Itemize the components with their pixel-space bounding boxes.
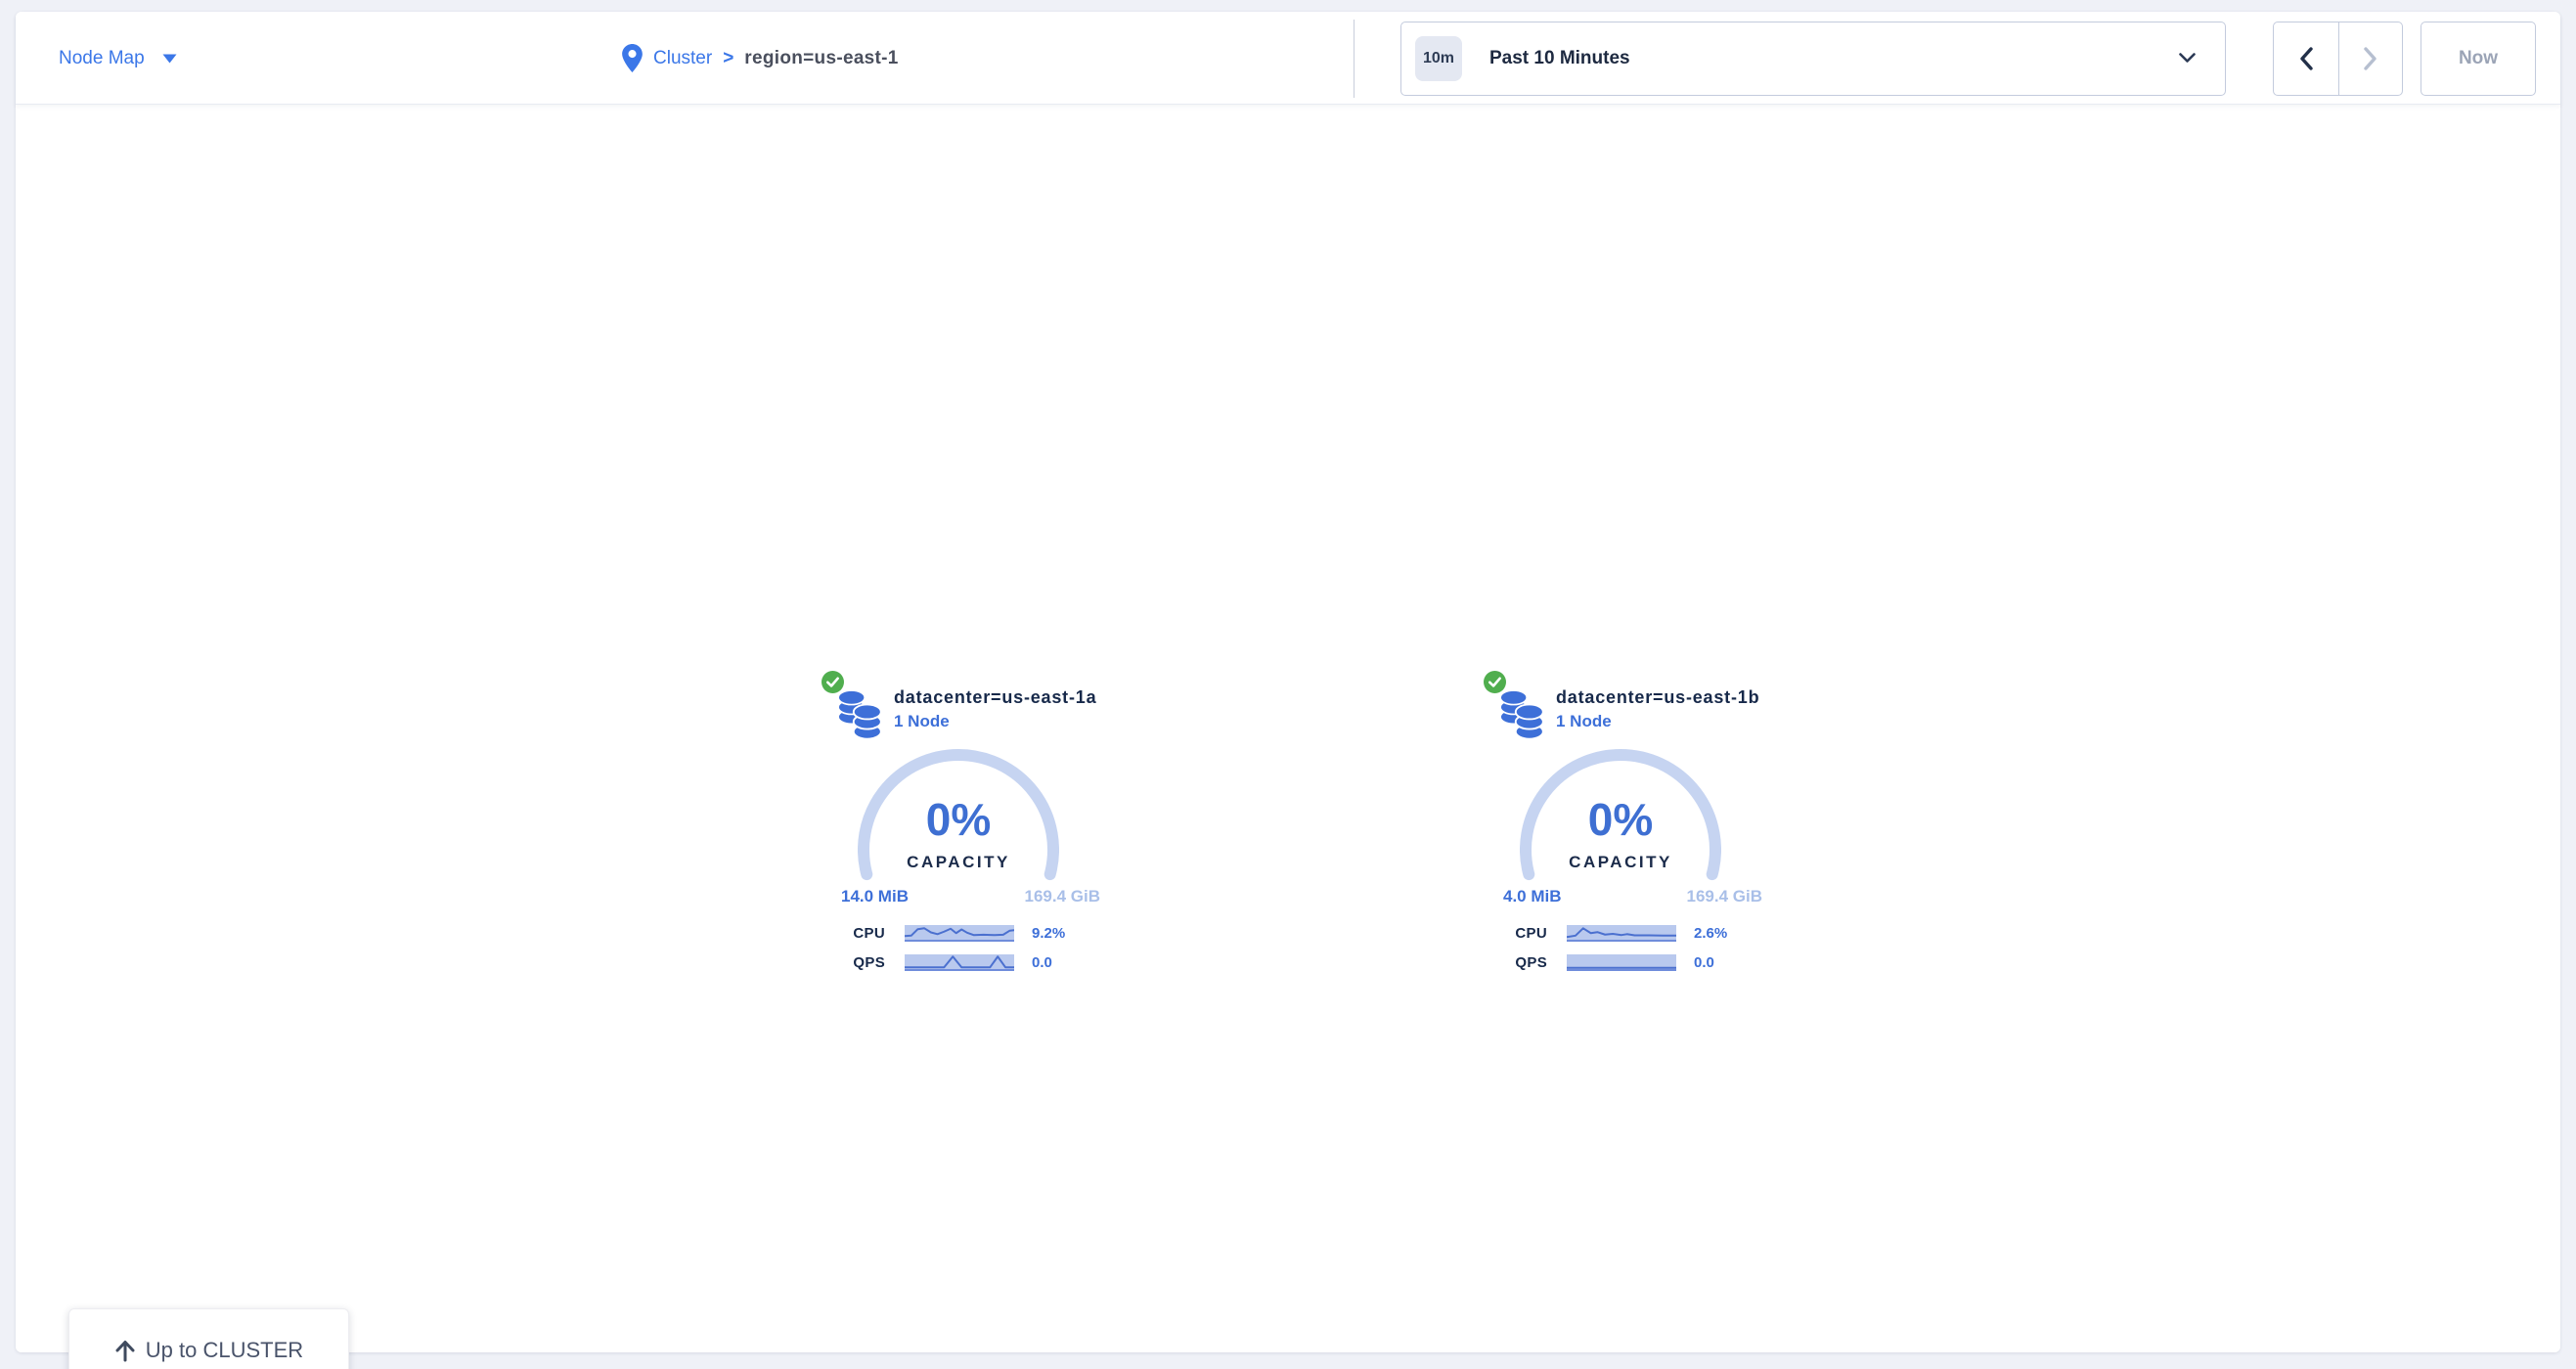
qps-sparkline bbox=[905, 954, 1014, 971]
capacity-caption: CAPACITY bbox=[1520, 853, 1721, 872]
qps-metric-row: QPS 0.0 bbox=[1484, 953, 1777, 971]
cpu-metric-row: CPU 2.6% bbox=[1484, 924, 1777, 942]
node-map-panel: Node Map Cluster > region=us-east-1 10m … bbox=[16, 12, 2560, 1352]
qps-value: 0.0 bbox=[1694, 954, 1714, 971]
up-to-cluster-label: Up to CLUSTER bbox=[146, 1338, 303, 1363]
qps-value: 0.0 bbox=[1032, 954, 1052, 971]
capacity-percent: 0% bbox=[858, 793, 1059, 846]
database-stack-icon bbox=[1499, 689, 1544, 740]
qps-sparkline bbox=[1567, 954, 1676, 971]
capacity-total: 169.4 GiB bbox=[1025, 887, 1101, 906]
node-map-canvas: datacenter=us-east-1a 1 Node 0% CAPACITY… bbox=[16, 106, 2560, 1352]
time-prev-button[interactable] bbox=[2274, 22, 2338, 95]
capacity-used: 4.0 MiB bbox=[1503, 887, 1562, 906]
now-button[interactable]: Now bbox=[2421, 22, 2536, 96]
breadcrumb-cluster-link[interactable]: Cluster bbox=[653, 48, 712, 69]
time-next-button[interactable] bbox=[2338, 22, 2403, 95]
capacity-used: 14.0 MiB bbox=[841, 887, 909, 906]
database-stack-icon bbox=[837, 689, 882, 740]
metric-rows: CPU 9.2% QPS 0.0 bbox=[822, 924, 1115, 971]
cpu-value: 9.2% bbox=[1032, 925, 1065, 942]
chevron-left-icon bbox=[2299, 47, 2313, 70]
capacity-range: 4.0 MiB 169.4 GiB bbox=[1503, 887, 1762, 906]
chevron-down-icon bbox=[2179, 53, 2196, 64]
metric-rows: CPU 2.6% QPS 0.0 bbox=[1484, 924, 1777, 971]
qps-metric-row: QPS 0.0 bbox=[822, 953, 1115, 971]
locality-node-count: 1 Node bbox=[894, 712, 950, 731]
cpu-label: CPU bbox=[822, 925, 885, 942]
breadcrumb-separator: > bbox=[723, 48, 733, 69]
breadcrumb: Cluster > region=us-east-1 bbox=[622, 12, 899, 105]
capacity-total: 169.4 GiB bbox=[1687, 887, 1763, 906]
cpu-label: CPU bbox=[1484, 925, 1547, 942]
header-bar: Node Map Cluster > region=us-east-1 10m … bbox=[16, 12, 2560, 105]
locality-card-us-east-1b[interactable]: datacenter=us-east-1b 1 Node 0% CAPACITY… bbox=[1484, 664, 1777, 996]
chevron-right-icon bbox=[2364, 47, 2377, 70]
cpu-metric-row: CPU 9.2% bbox=[822, 924, 1115, 942]
cpu-value: 2.6% bbox=[1694, 925, 1727, 942]
check-circle-icon bbox=[1484, 671, 1506, 693]
time-step-button-group bbox=[2273, 22, 2403, 96]
up-to-cluster-button[interactable]: Up to CLUSTER bbox=[68, 1308, 349, 1369]
time-controls: 10m Past 10 Minutes Now bbox=[1355, 12, 2560, 105]
qps-label: QPS bbox=[822, 954, 885, 971]
check-circle-icon bbox=[822, 671, 844, 693]
capacity-caption: CAPACITY bbox=[858, 853, 1059, 872]
cpu-sparkline bbox=[1567, 925, 1676, 942]
locality-card-us-east-1a[interactable]: datacenter=us-east-1a 1 Node 0% CAPACITY… bbox=[822, 664, 1115, 996]
view-picker-label: Node Map bbox=[59, 48, 145, 69]
cpu-sparkline bbox=[905, 925, 1014, 942]
breadcrumb-current: region=us-east-1 bbox=[744, 48, 898, 69]
location-pin-icon bbox=[622, 44, 643, 72]
time-range-badge: 10m bbox=[1415, 36, 1462, 81]
time-range-dropdown[interactable]: 10m Past 10 Minutes bbox=[1400, 22, 2226, 96]
qps-label: QPS bbox=[1484, 954, 1547, 971]
locality-name: datacenter=us-east-1b bbox=[1556, 687, 1759, 708]
view-picker-dropdown[interactable]: Node Map bbox=[59, 12, 177, 105]
time-range-label: Past 10 Minutes bbox=[1489, 48, 2179, 69]
capacity-range: 14.0 MiB 169.4 GiB bbox=[841, 887, 1100, 906]
caret-down-icon bbox=[162, 54, 177, 64]
capacity-gauge-arc bbox=[1520, 749, 1721, 950]
locality-name: datacenter=us-east-1a bbox=[894, 687, 1096, 708]
locality-node-count: 1 Node bbox=[1556, 712, 1612, 731]
capacity-gauge-arc bbox=[858, 749, 1059, 950]
capacity-percent: 0% bbox=[1520, 793, 1721, 846]
arrow-up-icon bbox=[114, 1339, 136, 1362]
